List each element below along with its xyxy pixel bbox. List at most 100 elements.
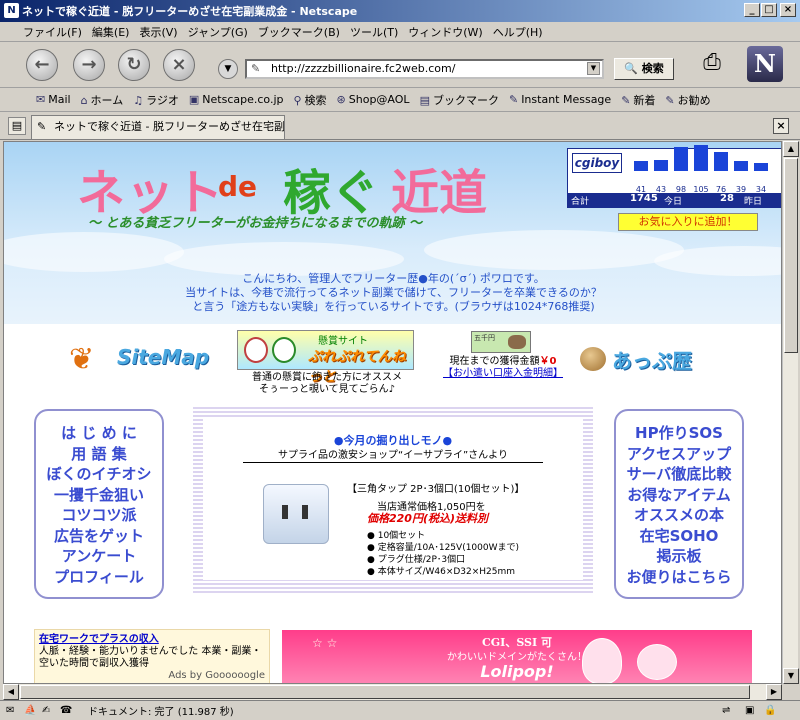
reload-button[interactable]: ↻ [118,49,150,81]
right-menu-item[interactable]: お便りはこちら [616,567,742,588]
right-menu-item[interactable]: お得なアイテム [616,485,742,506]
url-input[interactable]: ✎ http://zzzzbillionaire.fc2web.com/ ▼ [245,59,604,79]
menu-bookmarks[interactable]: ブックマーク(B) [253,24,345,40]
left-menu-item[interactable]: 一攫千金狙い [36,485,162,506]
scroll-thumb[interactable] [784,158,798,353]
spec-item: ● 10個セット [367,531,426,541]
navigator-icon[interactable]: ⛵ [24,705,42,716]
left-menu-item[interactable]: 用 語 集 [36,444,162,465]
stop-button[interactable]: × [163,49,195,81]
sitemap-link[interactable]: SiteMap [117,345,209,369]
minimize-button[interactable]: _ [744,3,760,17]
scroll-right-button[interactable]: ▶ [766,684,782,700]
spec-item: ● 定格容量/10A･125V(1000Wまで) [367,543,520,553]
lolipop-brand: Lolipop! [480,662,554,681]
link-icon: ✎ [621,93,631,107]
character-icon [244,337,268,363]
access-counter[interactable]: cgiboy 41 43 98 105 76 39 34 合計 1745 今日 [567,145,781,208]
logo-de: de [218,170,258,203]
left-menu-item[interactable]: コツコツ派 [36,505,162,526]
prepre-banner[interactable]: 懸賞サイト ぷれぷれてんねっと [237,330,414,385]
menu-go[interactable]: ジャンプ(G) [183,24,253,40]
total-value: 1745 [630,193,658,204]
tab-label: ネットで稼ぐ近道 - 脱フリーターめざせ在宅副... [54,120,285,133]
pt-label: お勧め [677,93,711,107]
url-text: http://zzzzbillionaire.fc2web.com/ [271,62,456,75]
right-menu-item[interactable]: 掲示板 [616,546,742,567]
welcome-line: 当サイトは、今巷で流行ってるネット副業で儲けて、フリーターを卒業できるのか？ [185,286,602,299]
pt-item-new[interactable]: ✎ 新着 [617,92,661,108]
composer-icon[interactable]: ✍ [42,705,60,716]
hscroll-thumb[interactable] [20,685,750,699]
mail-icon: ✉ [36,93,46,106]
maximize-button[interactable]: □ [761,3,777,17]
pt-item-bookmarks[interactable]: ▤ ブックマーク [416,92,505,108]
pt-label: Netscape.co.jp [202,93,284,106]
radio-icon: ♫ [133,93,144,107]
right-menu-item[interactable]: 在宅SOHO [616,526,742,547]
left-menu-item[interactable]: ぼくのイチオシ [36,464,162,485]
lolipop-banner[interactable]: ☆ ☆ CGI、SSI 可 かわいいドメインがたくさん！ Lolipop! [282,630,752,683]
pt-item-netscape[interactable]: ▣ Netscape.co.jp [185,93,290,106]
pt-item-im[interactable]: ✎ Instant Message [505,93,617,106]
menu-file[interactable]: ファイル(F) [18,24,87,40]
search-button[interactable]: 🔍 検索 [614,58,674,80]
pickup-section: ●今月の掘り出しモノ● サプライ品の激安ショップ“イーサプライ”さんより 【三角… [193,405,593,595]
left-menu-item[interactable]: 広告をゲット [36,526,162,547]
forward-button[interactable]: → [73,49,105,81]
close-button[interactable]: × [780,3,796,17]
scroll-down-button[interactable]: ▼ [783,668,799,684]
menu-help[interactable]: ヘルプ(H) [488,24,548,40]
new-tab-icon[interactable]: ▤ [8,117,26,135]
product-image[interactable] [263,484,329,544]
menu-edit[interactable]: 編集(E) [87,24,135,40]
menu-view[interactable]: 表示(V) [134,24,182,40]
page-content: ネット de 稼ぐ 近道 ～ とある貧乏フリーターがお金持ちになるまでの軌跡 ～… [3,141,782,684]
status-bar: ✉ ⛵ ✍ ☎ ドキュメント: 完了 (11.987 秒) ⇌ ▣ 🔒 [0,700,800,720]
pt-label: 検索 [304,93,327,107]
search-icon: ⚲ [293,93,302,107]
text-ad[interactable]: 在宅ワークでプラスの収入 人脈・経験・能力いりませんでした 本業・副業・空いた時… [34,629,270,683]
horizontal-scrollbar[interactable]: ◀ ▶ [3,684,782,700]
add-favorite-button[interactable]: お気に入りに追加！ [618,213,758,231]
addressbook-icon[interactable]: ☎ [60,705,82,716]
tab-current[interactable]: ✎ ネットで稼ぐ近道 - 脱フリーターめざせ在宅副... [31,115,285,139]
url-dropdown-icon[interactable]: ▼ [587,62,600,75]
today-value: 28 [720,193,734,204]
counter-brand: cgiboy [572,153,622,173]
ad-body: 人脈・経験・能力いりませんでした 本業・副業・空いた時間で副収入獲得 [39,646,262,669]
menu-tools[interactable]: ツール(T) [345,24,403,40]
pt-item-radio[interactable]: ♫ ラジオ [129,92,185,108]
site-header: ネット de 稼ぐ 近道 ～ とある貧乏フリーターがお金持ちになるまでの軌跡 ～… [4,142,781,324]
close-tab-icon[interactable]: × [773,118,789,134]
mail-status-icon[interactable]: ✉ [6,705,24,716]
pt-item-recommend[interactable]: ✎ お勧め [661,92,716,108]
pt-item-mail[interactable]: ✉ Mail [32,93,77,106]
left-menu-item[interactable]: アンケート [36,546,162,567]
scroll-up-button[interactable]: ▲ [783,141,799,157]
earnings-detail-link[interactable]: 【お小遣い口座入金明細】 [438,368,568,380]
counter-graph: cgiboy 41 43 98 105 76 39 34 [568,145,781,194]
welcome-line: こんにちわ、管理人でフリーター歴●年の(´σ´) ポワロです。 [242,272,545,285]
scroll-left-button[interactable]: ◀ [3,684,19,700]
left-menu: は じ め に 用 語 集 ぼくのイチオシ 一攫千金狙い コツコツ派 広告をゲッ… [34,409,164,599]
left-menu-item[interactable]: は じ め に [36,423,162,444]
back-button[interactable]: ← [26,49,58,81]
character-icon [272,337,296,363]
page-icon: ✎ [251,62,261,75]
right-menu-item[interactable]: HP作りSOS [616,423,742,444]
menu-window[interactable]: ウィンドウ(W) [403,24,487,40]
left-menu-item[interactable]: プロフィール [36,567,162,588]
vertical-scrollbar[interactable]: ▲ ▼ [782,141,799,684]
pt-item-shop[interactable]: ⊛ Shop@AOL [333,93,416,106]
print-icon[interactable]: ⎙ [697,50,727,78]
ad-footer[interactable]: Ads by Goooooogle [39,670,265,682]
ad-title[interactable]: 在宅ワークでプラスの収入 [39,634,265,646]
pt-item-home[interactable]: ⌂ ホーム [77,92,130,108]
pt-item-search[interactable]: ⚲ 検索 [289,92,332,108]
right-menu-item[interactable]: オススメの本 [616,505,742,526]
dropdown-icon[interactable]: ▼ [218,59,238,79]
right-menu-item[interactable]: アクセスアップ [616,444,742,465]
right-menu-item[interactable]: サーバ徹底比較 [616,464,742,485]
update-history-link[interactable]: あっぷ歴 [612,345,692,374]
